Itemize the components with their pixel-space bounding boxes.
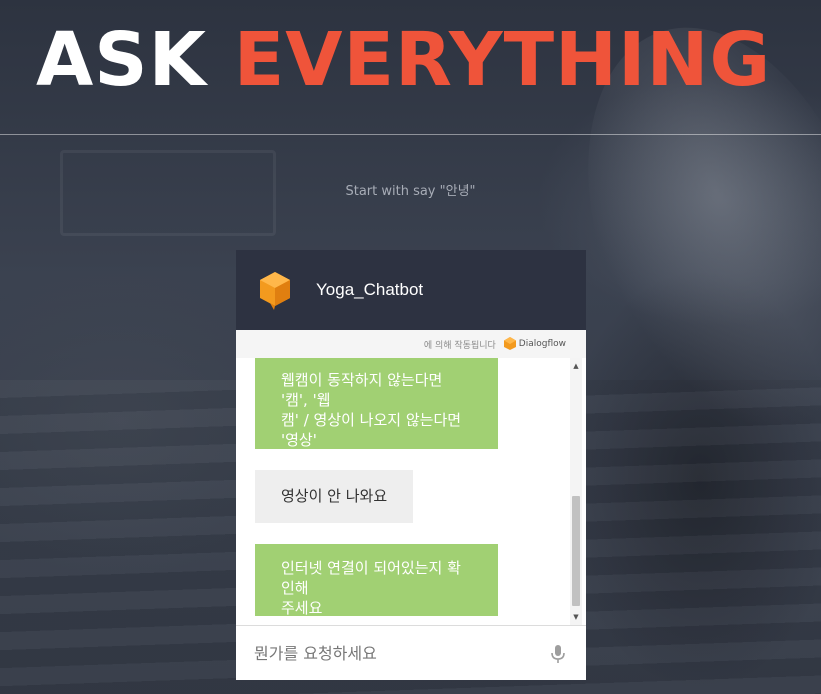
hero-title: ASK EVERYTHING [36,14,771,106]
message-line: 인터넷 연결이 되어있는지 확인해 [281,559,461,597]
message-input[interactable] [252,637,548,670]
chatbot-widget: Yoga_Chatbot 에 의해 작동됩니다 Dialogflow 웹캠이 동… [236,250,586,680]
microphone-icon[interactable] [548,643,568,665]
scroll-down-arrow-icon[interactable]: ▼ [570,611,582,623]
hero-title-word2: EVERYTHING [233,17,772,103]
dialogflow-label: Dialogflow [518,339,566,349]
user-message: 영상이 안 나와요 [255,470,414,523]
powered-by-bar: 에 의해 작동됩니다 Dialogflow [236,330,586,358]
scrollbar-thumb[interactable] [572,496,580,606]
scroll-up-arrow-icon[interactable]: ▲ [570,360,582,372]
chat-bubble-cube-icon [260,272,290,310]
bot-message: 웹캠이 동작하지 않는다면 '캠', '웹 캠' / 영상이 나오지 않는다면 … [255,358,498,469]
message-line: 주세요 [281,599,323,617]
chat-header: Yoga_Chatbot [236,250,586,330]
message-list[interactable]: 웹캠이 동작하지 않는다면 '캠', '웹 캠' / 영상이 나오지 않는다면 … [236,358,586,625]
bot-message: 인터넷 연결이 되어있는지 확인해 주세요 [255,544,498,617]
hero-subtitle: Start with say "안녕" [345,184,476,199]
scrollbar[interactable]: ▲ ▼ [570,358,582,625]
hero-title-word1: ASK [36,17,207,103]
dialogflow-icon [503,337,516,350]
message-line: 캠' / 영상이 나오지 않는다면 '영상' [281,411,462,449]
powered-by-label: 에 의해 작동됩니다 [423,340,496,351]
divider [0,134,821,135]
message-line: 을 입력해주세요 [281,451,383,469]
chatbot-name: Yoga_Chatbot [316,280,424,299]
message-input-bar [236,625,586,680]
message-line: 웹캠이 동작하지 않는다면 '캠', '웹 [281,371,443,409]
dialogflow-logo[interactable]: Dialogflow [503,337,566,351]
